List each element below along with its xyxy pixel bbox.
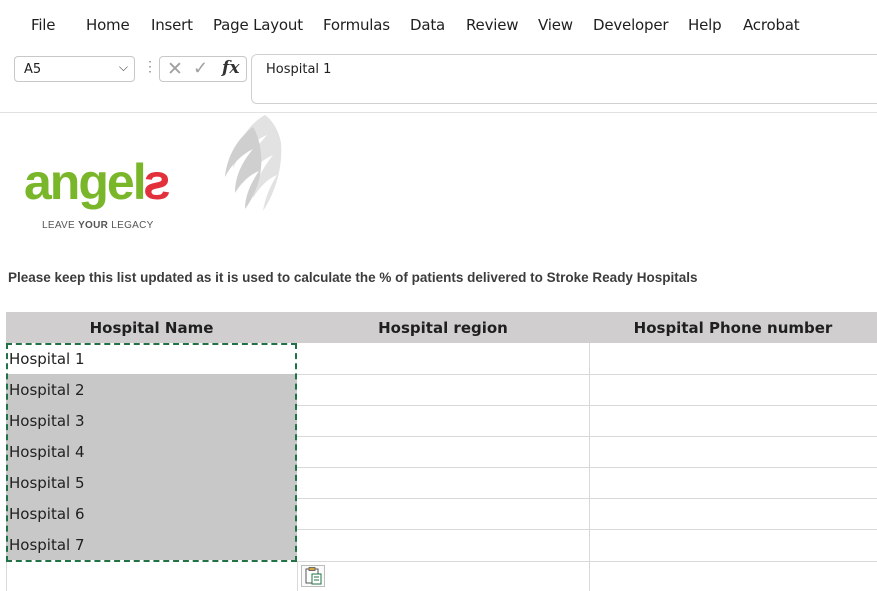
row-divider bbox=[297, 561, 877, 562]
tab-review[interactable]: Review bbox=[466, 16, 519, 34]
logo-tagline: LEAVE YOUR LEGACY bbox=[42, 220, 154, 231]
ribbon-tabs: File Home Insert Page Layout Formulas Da… bbox=[0, 0, 877, 48]
row-divider bbox=[297, 498, 877, 499]
row-divider bbox=[297, 405, 877, 406]
insert-function-icon[interactable]: fx bbox=[222, 58, 239, 78]
tab-formulas[interactable]: Formulas bbox=[323, 16, 390, 34]
enter-check-icon[interactable]: ✓ bbox=[193, 58, 208, 79]
copy-marquee bbox=[6, 343, 297, 562]
tab-page-layout[interactable]: Page Layout bbox=[213, 16, 303, 34]
tab-data[interactable]: Data bbox=[410, 16, 445, 34]
header-hospital-region[interactable]: Hospital region bbox=[297, 319, 589, 337]
tab-view[interactable]: View bbox=[538, 16, 573, 34]
logo-wordmark: angels bbox=[24, 154, 171, 210]
wings-icon bbox=[225, 115, 282, 211]
paste-options-button[interactable] bbox=[301, 565, 325, 587]
name-box-value: A5 bbox=[24, 62, 42, 77]
tab-insert[interactable]: Insert bbox=[151, 16, 193, 34]
header-hospital-phone[interactable]: Hospital Phone number bbox=[589, 319, 877, 337]
formula-input[interactable]: Hospital 1 bbox=[251, 54, 877, 104]
formula-actions: ✕ ✓ fx bbox=[159, 56, 247, 82]
column-divider bbox=[6, 562, 7, 591]
more-options-icon[interactable]: ⋮ bbox=[143, 58, 157, 75]
chevron-down-icon[interactable]: ⌵ bbox=[119, 60, 128, 75]
angels-logo: angels LEAVE YOUR LEGACY bbox=[20, 113, 282, 238]
tab-help[interactable]: Help bbox=[688, 16, 722, 34]
clipboard-icon bbox=[305, 567, 322, 585]
header-hospital-name[interactable]: Hospital Name bbox=[6, 319, 297, 337]
tab-developer[interactable]: Developer bbox=[593, 16, 669, 34]
row-divider bbox=[297, 374, 877, 375]
formula-value: Hospital 1 bbox=[266, 62, 332, 77]
column-divider bbox=[297, 562, 298, 591]
cancel-icon[interactable]: ✕ bbox=[167, 58, 183, 81]
tab-home[interactable]: Home bbox=[86, 16, 130, 34]
row-divider bbox=[297, 436, 877, 437]
worksheet[interactable]: angels LEAVE YOUR LEGACY Please keep thi… bbox=[0, 113, 877, 591]
tab-file[interactable]: File bbox=[31, 16, 56, 34]
name-box[interactable]: A5 ⌵ bbox=[14, 56, 135, 82]
row-divider bbox=[297, 467, 877, 468]
row-divider bbox=[297, 529, 877, 530]
tab-acrobat[interactable]: Acrobat bbox=[743, 16, 800, 34]
instruction-text: Please keep this list updated as it is u… bbox=[8, 270, 698, 285]
